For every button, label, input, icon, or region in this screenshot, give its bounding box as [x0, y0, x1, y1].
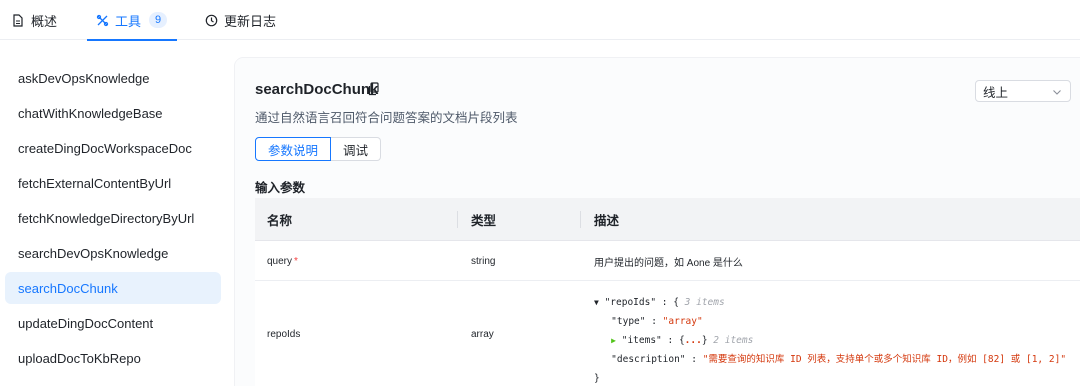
tab-tools[interactable]: 工具 9: [86, 0, 178, 41]
sidebar-item-label: fetchKnowledgeDirectoryByUrl: [18, 210, 195, 226]
params-tab-button[interactable]: 参数说明: [255, 137, 332, 161]
tool-description: 通过自然语言召回符合问题答案的文档片段列表: [255, 111, 518, 125]
sidebar-item-searchdevopsknowledge[interactable]: searchDevOpsKnowledge: [5, 237, 221, 269]
table-header: 名称 类型 描述: [255, 198, 1080, 241]
environment-select-value: 线上: [983, 85, 1009, 100]
sidebar-item-updatedingdoccontent[interactable]: updateDingDocContent: [5, 307, 221, 339]
sidebar-item-uploaddoctokbrepo[interactable]: uploadDocToKbRepo: [5, 342, 221, 374]
json-key: "items": [621, 335, 662, 346]
param-description: 用户提出的问题，如 Aone 是什么: [594, 257, 743, 269]
header-divider: [580, 211, 581, 228]
json-key: "repoIds": [604, 297, 657, 308]
sidebar-item-label: createDingDocWorkspaceDoc: [18, 140, 192, 156]
header-type: 类型: [471, 214, 497, 228]
sidebar-item-label: updateDingDocContent: [18, 315, 154, 331]
sidebar-item-label: askDevOpsKnowledge: [18, 70, 150, 86]
header-divider: [457, 211, 458, 228]
sidebar-item-label: searchDevOpsKnowledge: [18, 245, 169, 261]
tab-overview-label: 概述: [31, 13, 58, 29]
param-name-cell: query *: [267, 241, 298, 281]
document-icon: [11, 13, 25, 27]
json-collapsed-dots[interactable]: ...: [685, 335, 702, 346]
sidebar-item-createdingdocworkspacedoc[interactable]: createDingDocWorkspaceDoc: [5, 132, 221, 164]
sidebar-item-label: uploadDocToKbRepo: [18, 350, 141, 366]
environment-select[interactable]: 线上: [975, 80, 1071, 102]
param-name: repoIds: [267, 328, 301, 340]
tool-detail-panel: searchDocChunk 通过自然语言召回符合问题答案的文档片段列表 线上 …: [235, 58, 1080, 386]
tab-changelog-label: 更新日志: [224, 13, 277, 29]
param-name: query: [267, 255, 293, 267]
json-value: "需要查询的知识库 ID 列表，支持单个或多个知识库 ID，例如 [82] 或 …: [702, 354, 1067, 365]
json-value: "array": [662, 316, 703, 327]
json-item-count: 3 items: [684, 297, 725, 308]
tools-count-badge: 9: [149, 12, 168, 28]
table-row: query * string 用户提出的问题，如 Aone 是什么: [255, 241, 1080, 281]
clock-icon: [204, 13, 218, 27]
json-schema-viewer: ▼ "repoIds" : { 3 items "type" : "array"…: [594, 297, 1067, 384]
collapse-arrow-icon[interactable]: ▼: [594, 298, 599, 307]
tools-icon: [95, 13, 109, 27]
debug-tab-button[interactable]: 调试: [331, 137, 382, 161]
json-item-count: 2 items: [713, 335, 754, 346]
copy-icon[interactable]: [368, 82, 380, 96]
param-type: string: [471, 255, 496, 267]
sidebar-item-fetchknowledgedirectorybyurl[interactable]: fetchKnowledgeDirectoryByUrl: [5, 202, 221, 234]
required-marker: *: [294, 255, 298, 267]
view-toggle: 参数说明 调试: [255, 137, 382, 161]
header-name: 名称: [267, 214, 293, 228]
header-description: 描述: [594, 214, 620, 228]
json-key: "type": [611, 316, 646, 327]
input-params-heading: 输入参数: [255, 181, 306, 195]
sidebar-item-askdevopsknowledge[interactable]: askDevOpsKnowledge: [5, 62, 221, 94]
table-row: repoIds array ▼ "repoIds" : { 3 items "t…: [255, 281, 1080, 386]
sidebar-item-fetchexternalcontentbyurl[interactable]: fetchExternalContentByUrl: [5, 167, 221, 199]
json-key: "description": [611, 354, 686, 365]
expand-arrow-icon[interactable]: ▶: [611, 336, 616, 345]
tab-changelog[interactable]: 更新日志: [204, 0, 276, 40]
sidebar-item-label: searchDocChunk: [18, 280, 118, 296]
tab-tools-label: 工具: [115, 13, 142, 29]
sidebar-item-searchdocchunk[interactable]: searchDocChunk: [5, 272, 221, 304]
tool-title: searchDocChunk: [255, 81, 379, 98]
sidebar-item-chatwithknowledgebase[interactable]: chatWithKnowledgeBase: [5, 97, 221, 129]
param-type: array: [471, 328, 494, 340]
chevron-down-icon: [1052, 86, 1062, 96]
top-tabs: 概述 工具 9 更新日志: [0, 0, 1080, 41]
sidebar-item-label: chatWithKnowledgeBase: [18, 105, 163, 121]
tab-overview[interactable]: 概述: [11, 0, 57, 40]
sidebar-item-label: fetchExternalContentByUrl: [18, 175, 172, 191]
